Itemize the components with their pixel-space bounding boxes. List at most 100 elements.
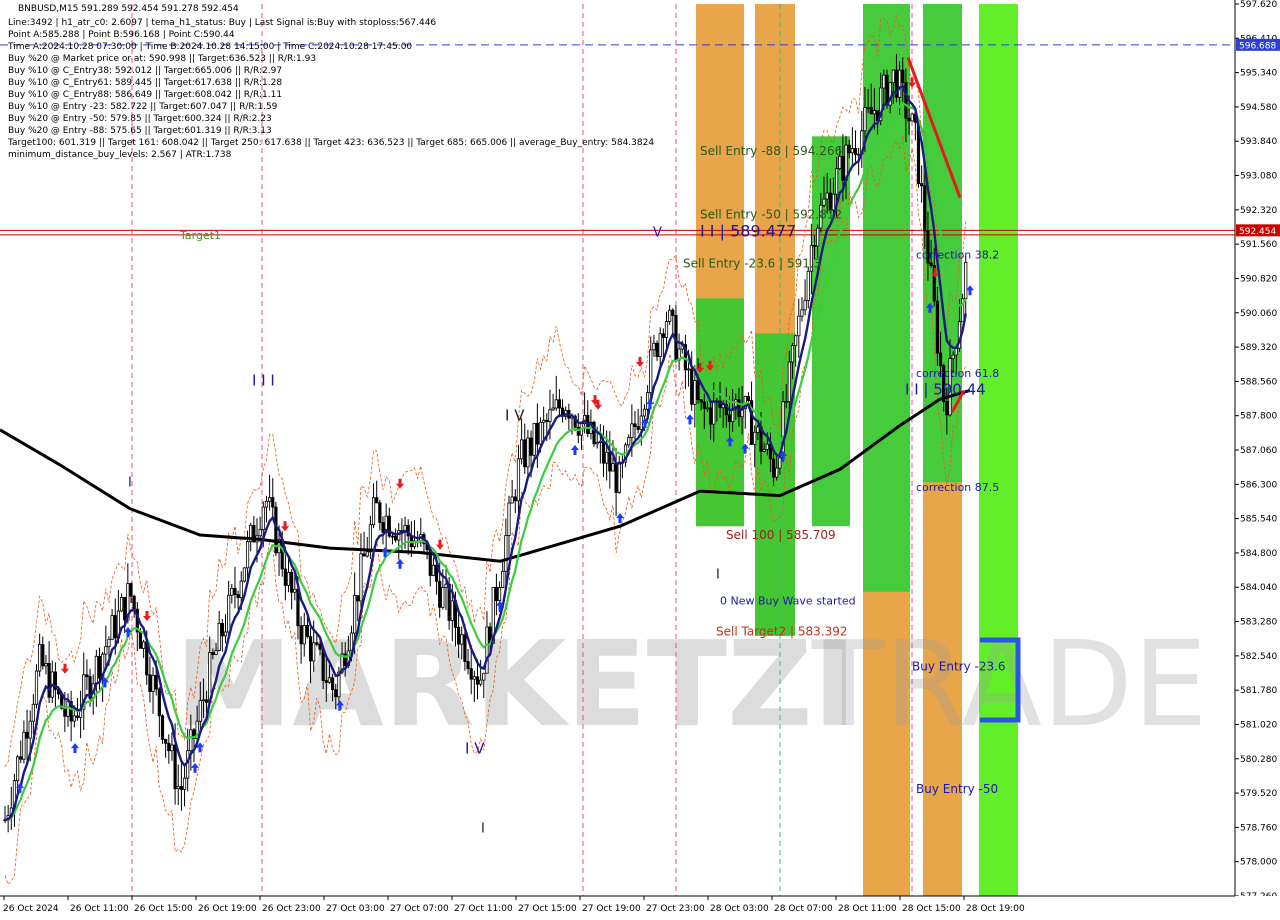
candle-body [935,300,940,354]
time-tick-label: 27 Oct 15:00 [518,904,577,914]
candle-body [551,407,555,411]
candle-body [104,646,108,655]
info-line: Point A:585.288 | Point B:596.168 | Poin… [8,30,235,40]
candle-body [198,700,202,722]
candle-body [475,676,480,685]
candle-body [22,731,26,760]
candle-body [456,626,461,645]
time-tick-label: 28 Oct 11:00 [838,904,897,914]
candle-body [772,458,776,478]
candle-body [296,588,300,627]
annotation-label: correction 38.2 [916,249,999,262]
candle-body [891,69,895,84]
candle-body [664,321,669,338]
candle-body [690,368,694,405]
candle-body [393,535,398,541]
candle-body [699,399,703,403]
candle-body [516,458,521,502]
candle-body [318,643,322,650]
price-tick-label: 582.540 [1240,652,1277,662]
candle-body [299,625,303,645]
price-tick-label: 594.580 [1240,103,1277,113]
candle-body [535,423,539,445]
time-tick-label: 28 Oct 07:00 [774,904,833,914]
candle-body [397,530,401,541]
candle-body [542,419,546,423]
price-tick-label: 590.060 [1240,309,1277,319]
candle-body [482,672,486,681]
candle-body [595,442,599,445]
candle-body [794,335,798,346]
annotation-label: correction 87.5 [916,481,999,494]
candle-body [806,270,810,301]
annotation-label: Sell Entry -23.6 | 591.3 [683,256,821,270]
annotation-label: V [653,226,662,241]
info-line: Buy %10 @ C_Entry61: 589.445 || Target:6… [8,78,283,88]
candle-body [75,715,80,718]
price-tick-label: 585.540 [1240,515,1277,525]
candle-body [85,674,89,678]
time-tick-label: 26 Oct 2024 [3,904,59,914]
candle-body [381,522,385,533]
candle-body [923,185,927,232]
candle-body [460,634,464,645]
candle-body [315,642,319,645]
candle-body [885,74,889,106]
candle-body [671,309,675,316]
price-tick-label: 593.840 [1240,137,1277,147]
info-line: Buy %20 @ Market price or at: 590.998 ||… [8,54,317,64]
annotation-label: Sell Target2 | 583.392 [716,624,848,638]
candle-body [129,583,133,597]
candle-body [293,588,297,593]
candle-body [230,587,234,596]
candle-body [523,439,527,468]
candle-body [907,117,911,122]
info-line: Buy %10 @ C_Entry38: 592.012 || Target:6… [8,66,283,76]
candle-body [132,595,136,610]
candle-body [756,426,760,433]
candle-body [353,595,357,634]
price-tick-label: 593.080 [1240,172,1277,182]
candle-body [951,354,955,359]
candle-body [901,69,905,84]
time-tick-label: 27 Oct 11:00 [454,904,513,914]
candle-body [642,408,647,417]
candle-body [816,227,820,247]
candle-body [34,670,39,705]
candle-body [47,663,51,698]
candle-body [727,414,732,423]
candle-body [271,497,275,508]
annotation-label: I V [465,740,485,758]
candle-body [712,400,716,425]
candle-body [627,437,631,446]
candle-body [910,113,914,122]
candle-body [302,624,306,645]
candle-body [702,401,706,409]
candle-body [954,347,958,356]
candle-body [529,437,533,456]
price-tick-label: 581.020 [1240,720,1277,730]
candle-body [705,407,710,410]
annotation-label: Buy Entry -23.6 [912,659,1006,673]
info-line: minimum_distance_buy_levels: 2.567 | ATR… [8,150,232,160]
info-line: Buy %10 @ C_Entry88: 586.649 || Target:6… [8,90,283,100]
annotation-label: I I | 590.44 [905,380,986,398]
candle-body [330,677,335,691]
info-line: Buy %20 @ Entry -50: 579.85 || Target:60… [8,114,272,124]
candle-body [189,729,193,752]
annotation-label: correction 61.8 [916,367,999,380]
candle-body [286,571,291,586]
candle-body [204,699,209,703]
candle-body [223,631,228,637]
time-tick-label: 27 Oct 23:00 [646,904,705,914]
annotation-label: Target1 [179,229,221,242]
price-tag-label: 592.454 [1239,227,1276,237]
candle-body [652,342,656,351]
candle-body [869,107,873,115]
candle-body [630,423,634,438]
candle-body [605,451,609,464]
candle-body [267,497,272,502]
candle-body [173,744,177,790]
candle-body [825,192,829,200]
candle-body [920,183,924,187]
